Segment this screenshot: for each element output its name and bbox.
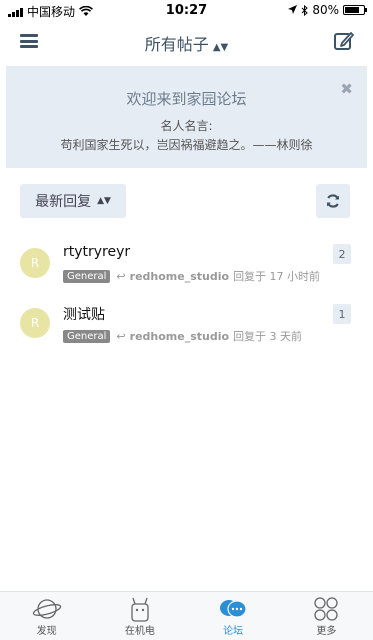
chat-bubbles-icon xyxy=(220,600,247,618)
planet-icon xyxy=(32,599,61,619)
tab-campus[interactable]: 在机电 xyxy=(93,592,186,640)
reply-count: 2 xyxy=(333,244,351,264)
battery-percent: 80% xyxy=(312,3,339,17)
topic-row[interactable]: R rtytryreyr General ↩ redhome_studio 回复… xyxy=(0,244,373,302)
tab-forum[interactable]: 论坛 xyxy=(187,592,280,640)
banner-title: 欢迎来到家园论坛 xyxy=(126,90,247,108)
reply-count: 1 xyxy=(333,304,351,324)
category-tag[interactable]: General xyxy=(63,269,111,283)
location-icon xyxy=(288,5,298,14)
bluetooth-icon xyxy=(301,4,309,16)
sort-button[interactable]: 最新回复 ▲▼ xyxy=(20,184,126,218)
topic-meta: General ↩ redhome_studio 回复于 3 天前 xyxy=(63,328,302,344)
reply-icon: ↩ xyxy=(116,269,126,283)
tab-more[interactable]: 更多 xyxy=(280,592,373,640)
tab-label: 在机电 xyxy=(124,626,155,637)
category-selector[interactable]: 所有帖子 ▲▼ xyxy=(0,31,373,55)
avatar: R xyxy=(20,308,50,338)
tab-label: 发现 xyxy=(36,626,57,637)
topic-author[interactable]: redhome_studio xyxy=(130,270,229,283)
topic-row[interactable]: R 测试贴 General ↩ redhome_studio 回复于 3 天前 … xyxy=(0,304,373,362)
refresh-button[interactable] xyxy=(316,184,350,218)
tab-label: 更多 xyxy=(316,626,337,637)
welcome-banner: 欢迎来到家园论坛 名人名言: 苟利国家生死以，岂因祸福避趋之。——林则徐 ✖ xyxy=(6,66,367,168)
refresh-icon xyxy=(326,194,340,208)
topic-title: 测试贴 xyxy=(63,307,105,323)
compose-icon[interactable] xyxy=(333,30,355,52)
page-title: 所有帖子 xyxy=(144,35,209,54)
close-icon[interactable]: ✖ xyxy=(340,80,353,98)
topic-author[interactable]: redhome_studio xyxy=(130,330,229,343)
sort-caret-icon: ▲▼ xyxy=(212,42,229,53)
battery-fill xyxy=(345,7,360,13)
sort-label: 最新回复 xyxy=(35,194,92,210)
robot-icon xyxy=(131,597,149,622)
banner-quote: 苟利国家生死以，岂因祸福避趋之。——林则徐 xyxy=(60,138,313,152)
topic-title: rtytryreyr xyxy=(63,244,131,260)
reply-icon: ↩ xyxy=(116,329,126,343)
sort-caret-icon: ▲▼ xyxy=(97,196,111,206)
tab-bar: 发现 在机电 论坛 更多 xyxy=(0,591,373,640)
status-bar: 中国移动 10:27 80% xyxy=(0,0,373,20)
tab-label: 论坛 xyxy=(223,626,244,637)
grid-circles-icon xyxy=(314,597,339,621)
tab-discover[interactable]: 发现 xyxy=(0,592,93,640)
banner-subtitle: 名人名言: xyxy=(160,119,213,133)
topic-time: 回复于 3 天前 xyxy=(233,330,303,343)
avatar: R xyxy=(20,248,50,278)
nav-bar: 所有帖子 ▲▼ xyxy=(0,20,373,64)
topic-time: 回复于 17 小时前 xyxy=(233,270,321,283)
category-tag[interactable]: General xyxy=(63,329,111,343)
topic-meta: General ↩ redhome_studio 回复于 17 小时前 xyxy=(63,268,320,284)
battery-icon xyxy=(343,5,367,15)
status-right: 80% xyxy=(288,3,367,17)
